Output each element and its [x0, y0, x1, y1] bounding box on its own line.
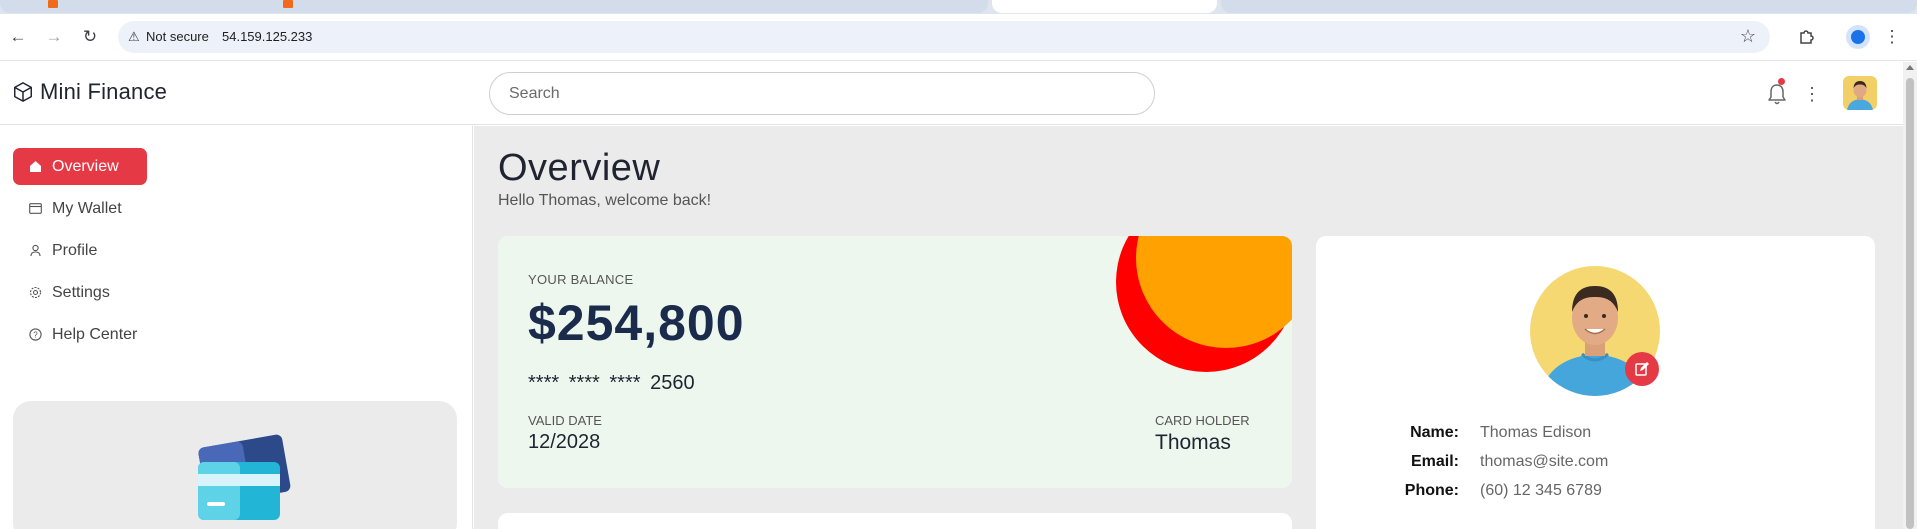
card-holder-label: CARD HOLDER: [1155, 413, 1250, 428]
star-icon[interactable]: ☆: [1740, 26, 1756, 47]
brand[interactable]: Mini Finance: [12, 79, 167, 105]
tab-favicon-icon: [283, 0, 293, 8]
page-scrollbar[interactable]: [1903, 62, 1917, 529]
scrollbar-thumb[interactable]: [1906, 78, 1914, 529]
card-holder: Thomas: [1155, 431, 1231, 454]
address-bar[interactable]: ⚠ Not secure 54.159.125.233 ☆: [118, 21, 1770, 53]
notification-dot: [1778, 78, 1785, 85]
menu-icon[interactable]: ⋮: [1884, 24, 1901, 50]
main-content: Overview Hello Thomas, welcome back! YOU…: [474, 126, 1903, 529]
phone-value: (60) 12 345 6789: [1480, 482, 1602, 499]
home-icon: [28, 160, 42, 174]
email-label: Email:: [1410, 453, 1459, 470]
edit-profile-button[interactable]: [1625, 352, 1659, 386]
browser-tab[interactable]: [1221, 0, 1917, 13]
svg-text:?: ?: [33, 331, 38, 340]
balance-card: YOUR BALANCE $254,800 **** **** **** 256…: [498, 236, 1292, 488]
page-subtitle: Hello Thomas, welcome back!: [498, 192, 712, 209]
profile-card: Name: Thomas Edison Email: thomas@site.c…: [1316, 236, 1875, 529]
avatar[interactable]: [1843, 76, 1877, 110]
balance-label: YOUR BALANCE: [528, 272, 634, 287]
warning-icon[interactable]: ⚠: [128, 29, 140, 45]
page-title: Overview: [498, 147, 661, 189]
sidebar-item-label: Settings: [52, 283, 110, 301]
email-value: thomas@site.com: [1480, 453, 1609, 470]
app-header: Mini Finance ⋮: [0, 62, 1903, 125]
scroll-up-arrow-icon[interactable]: [1906, 65, 1914, 70]
profile-name-row: Name: Thomas Edison: [1366, 424, 1846, 446]
help-icon: ?: [28, 328, 42, 342]
browser-tab-active[interactable]: [992, 0, 1217, 13]
transactions-card: [498, 513, 1292, 529]
valid-date-label: VALID DATE: [528, 413, 602, 428]
tab-favicon-icon: [48, 0, 58, 8]
name-value: Thomas Edison: [1480, 424, 1592, 441]
reload-icon[interactable]: ↻: [79, 26, 101, 48]
valid-date: 12/2028: [528, 431, 601, 453]
person-icon: [28, 244, 42, 258]
browser-tab[interactable]: [0, 0, 988, 13]
sidebar-item-settings[interactable]: Settings: [13, 274, 147, 311]
extensions-icon[interactable]: [1793, 24, 1819, 50]
bell-icon[interactable]: [1766, 82, 1788, 106]
sidebar-item-label: Overview: [52, 157, 119, 175]
sidebar-item-profile[interactable]: Profile: [13, 232, 147, 269]
profile-email-row: Email: thomas@site.com: [1366, 453, 1846, 475]
sidebar: Overview My Wallet Profile Settings ? He…: [0, 126, 473, 529]
brand-name: Mini Finance: [40, 79, 168, 104]
promo-card: [13, 401, 457, 529]
cube-icon: [14, 82, 32, 102]
sidebar-item-label: Help Center: [52, 325, 138, 343]
browser-tab-strip: [0, 0, 1917, 14]
sidebar-item-overview[interactable]: Overview: [13, 148, 147, 185]
forward-arrow-icon[interactable]: →: [43, 26, 65, 48]
credit-cards-icon: [198, 434, 291, 520]
sidebar-item-label: My Wallet: [52, 199, 122, 217]
wallet-icon: [28, 202, 42, 216]
more-options-icon[interactable]: ⋮: [1803, 82, 1821, 106]
sidebar-item-my-wallet[interactable]: My Wallet: [13, 190, 147, 227]
phone-label: Phone:: [1404, 482, 1459, 499]
back-arrow-icon[interactable]: ←: [7, 26, 29, 48]
url-text[interactable]: 54.159.125.233: [222, 29, 312, 44]
security-label[interactable]: Not secure: [146, 29, 209, 44]
sidebar-item-label: Profile: [52, 241, 98, 259]
browser-toolbar: ← → ↻ ⚠ Not secure 54.159.125.233 ☆ ⋮: [0, 14, 1917, 61]
search-input[interactable]: [489, 72, 1155, 115]
sidebar-item-help-center[interactable]: ? Help Center: [13, 316, 163, 353]
balance-amount: $254,800: [528, 295, 745, 351]
card-number: **** **** **** 2560: [528, 372, 695, 394]
gear-icon: [28, 286, 42, 300]
profile-phone-row: Phone: (60) 12 345 6789: [1366, 482, 1846, 504]
name-label: Name:: [1410, 424, 1459, 441]
edit-icon: [1635, 362, 1649, 376]
profile-icon[interactable]: [1845, 24, 1871, 50]
